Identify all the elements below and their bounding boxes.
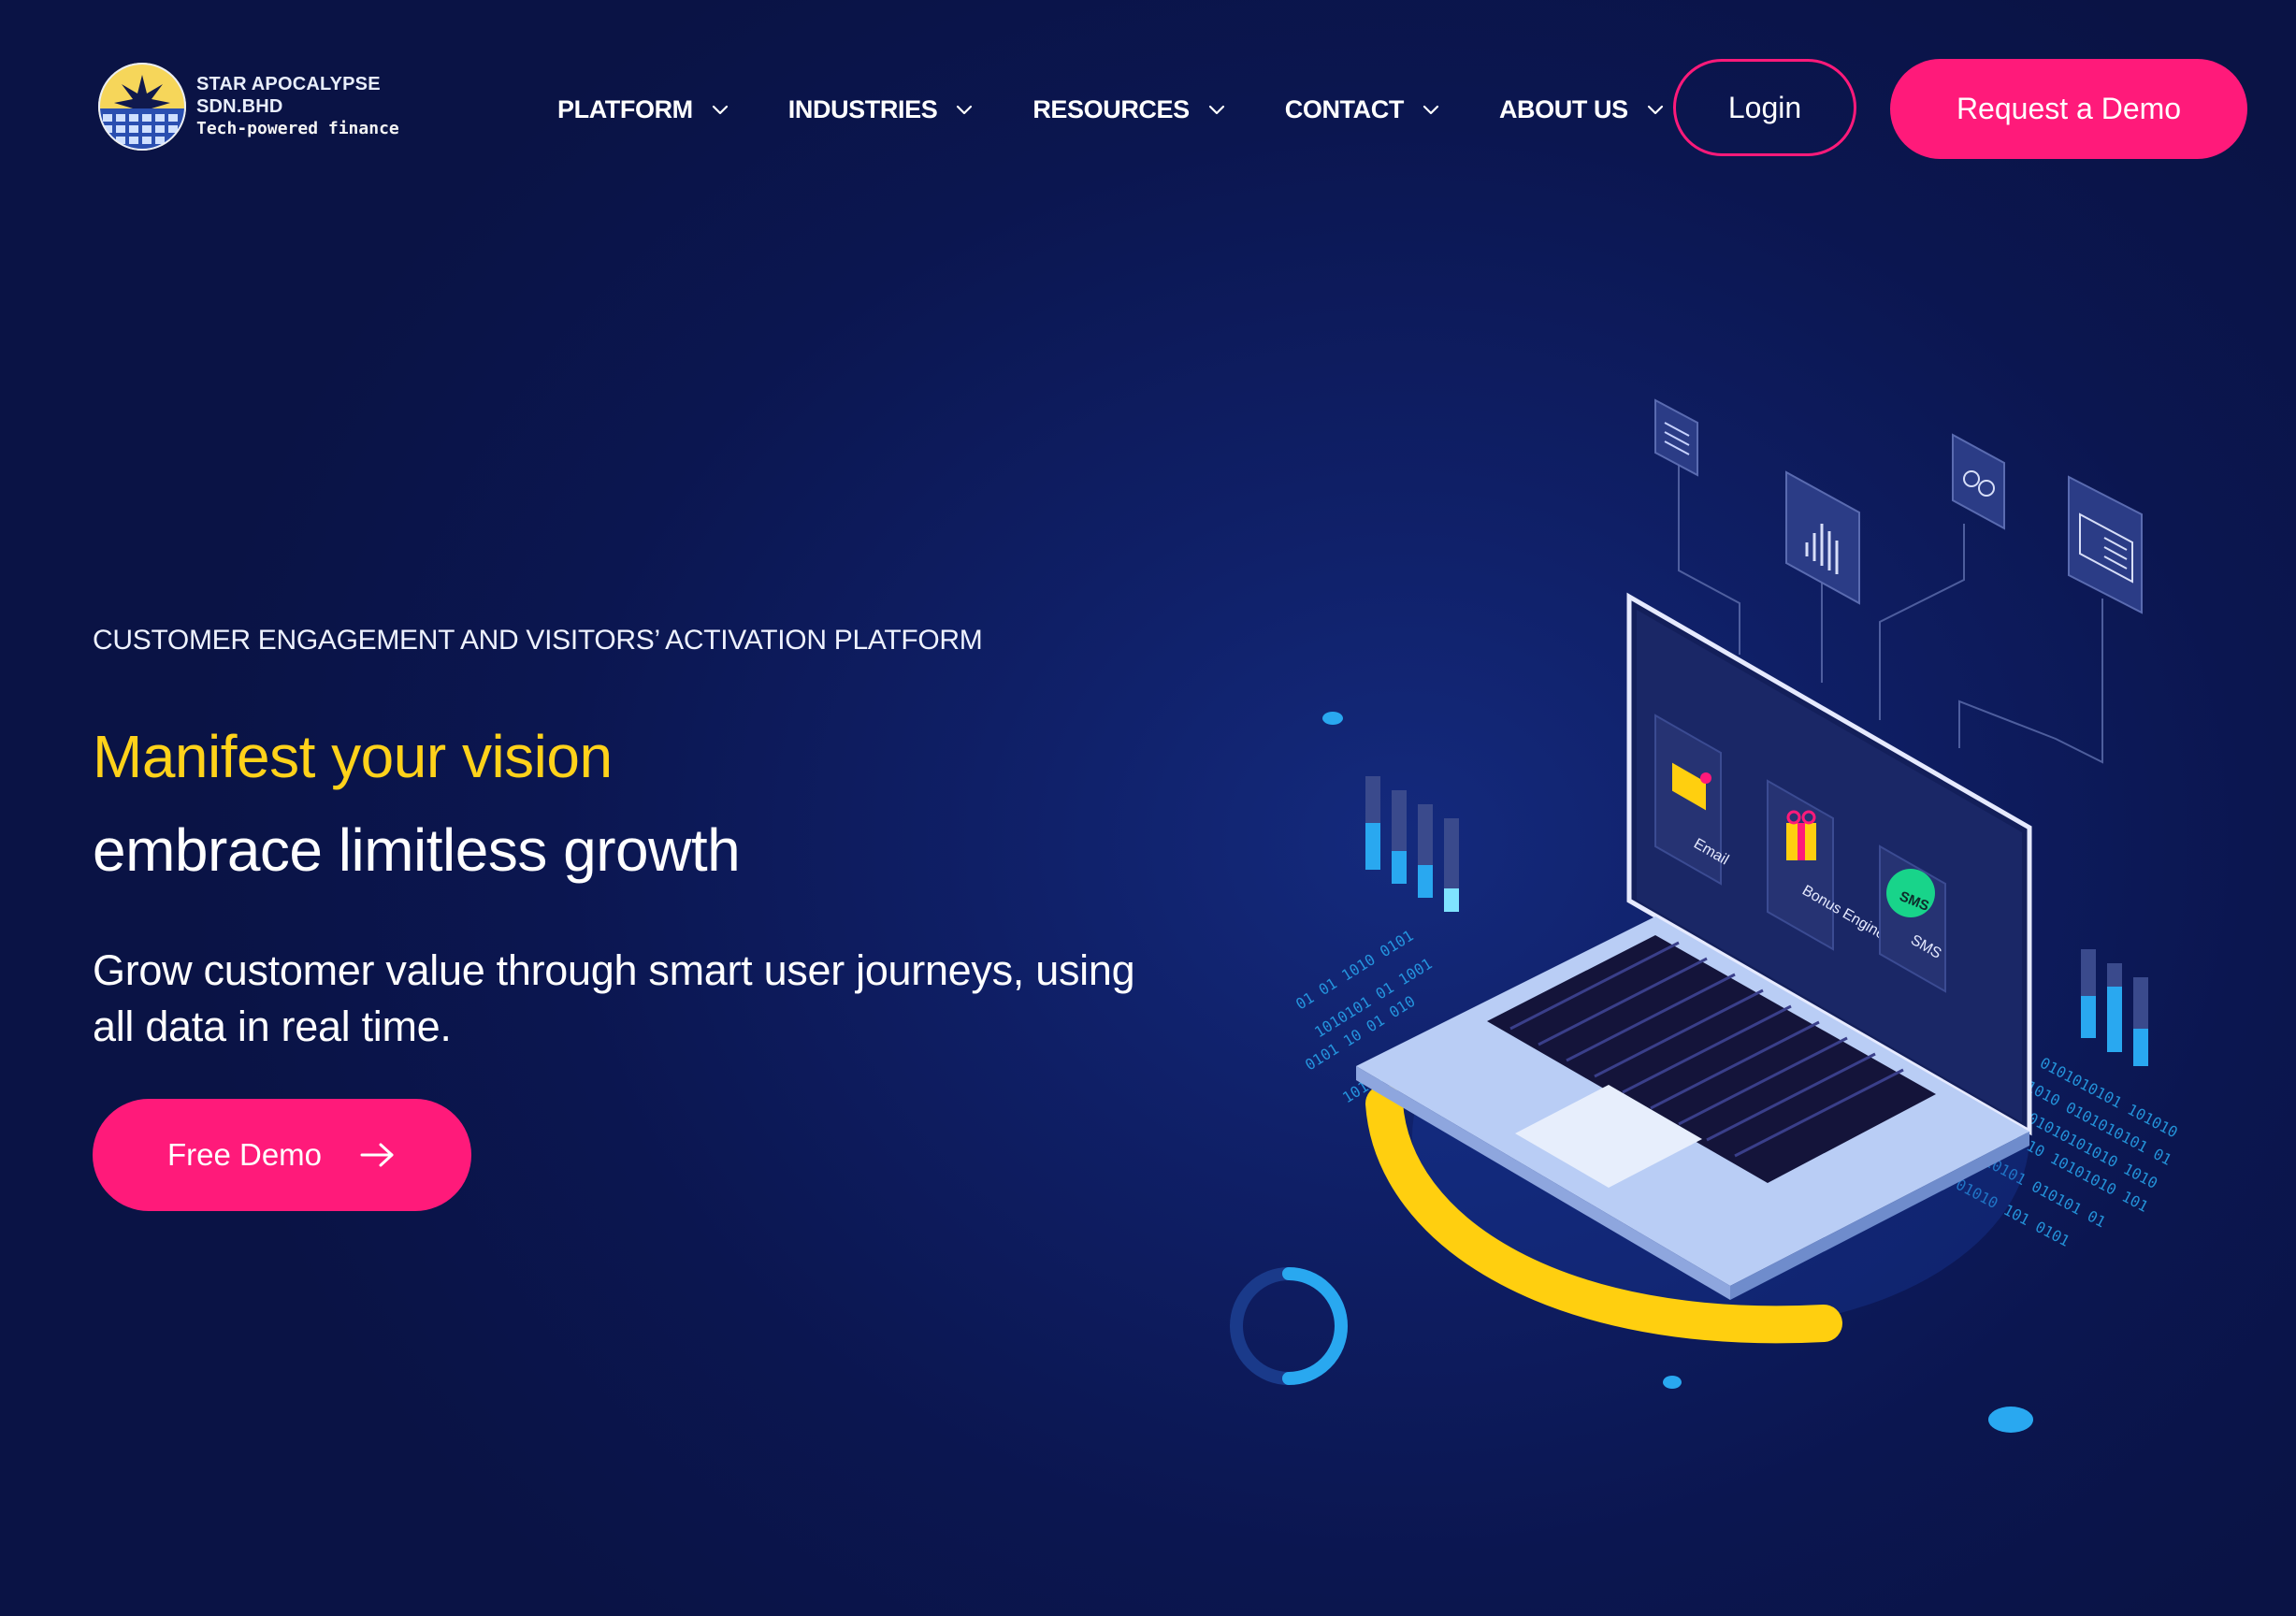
request-demo-button[interactable]: Request a Demo [1890, 59, 2247, 159]
nav-label: PLATFORM [557, 94, 693, 123]
hero-description: Grow customer value through smart user j… [93, 946, 1135, 1050]
settings-icon [1952, 433, 2005, 530]
free-demo-label: Free Demo [166, 1137, 323, 1172]
document-icon [1654, 398, 1698, 477]
arrow-right-icon [360, 1143, 394, 1167]
nav-label: CONTACT [1284, 94, 1405, 123]
hero-eyebrow: CUSTOMER ENGAGEMENT AND VISITORS’ ACTIVA… [93, 625, 983, 656]
id-card-icon [2068, 475, 2143, 614]
bar-graphic-right [2081, 949, 2148, 1066]
star-logo-icon [97, 62, 187, 152]
hero-headline-main: embrace limitless growth [93, 816, 741, 884]
logo-company-name: STAR APOCALYPSE SDN.BHD [196, 74, 381, 117]
nav-item-platform[interactable]: PLATFORM [557, 95, 730, 124]
nav-label: ABOUT US [1498, 94, 1628, 123]
nav-label: INDUSTRIES [787, 94, 938, 123]
login-button[interactable]: Login [1673, 59, 1856, 156]
free-demo-button[interactable]: Free Demo [93, 1099, 471, 1211]
brand-logo[interactable]: STAR APOCALYPSE SDN.BHD Tech-powered fin… [97, 58, 471, 155]
chevron-down-icon [712, 105, 728, 115]
main-nav: PLATFORM INDUSTRIES RESOURCES CONTACT AB… [557, 90, 1724, 129]
nav-item-contact[interactable]: CONTACT [1285, 95, 1441, 124]
audio-bars-icon [1785, 470, 1860, 605]
chevron-down-icon [1647, 105, 1663, 115]
hero-illustration: 01 01 1010 0101 1010101 01 1001 0101 10 … [1169, 374, 2296, 1496]
hero-headline-accent: Manifest your vision [93, 723, 613, 790]
chevron-down-icon [1208, 105, 1224, 115]
bar-graphic-left [1365, 776, 1459, 912]
nav-item-about-us[interactable]: ABOUT US [1499, 95, 1666, 124]
chevron-down-icon [957, 105, 973, 115]
nav-item-resources[interactable]: RESOURCES [1032, 95, 1226, 124]
logo-tagline: Tech-powered finance [196, 119, 399, 138]
chevron-down-icon [1422, 105, 1439, 115]
ring-graphic [1230, 1267, 1348, 1385]
nav-item-industries[interactable]: INDUSTRIES [788, 95, 975, 124]
nav-label: RESOURCES [1032, 94, 1190, 123]
